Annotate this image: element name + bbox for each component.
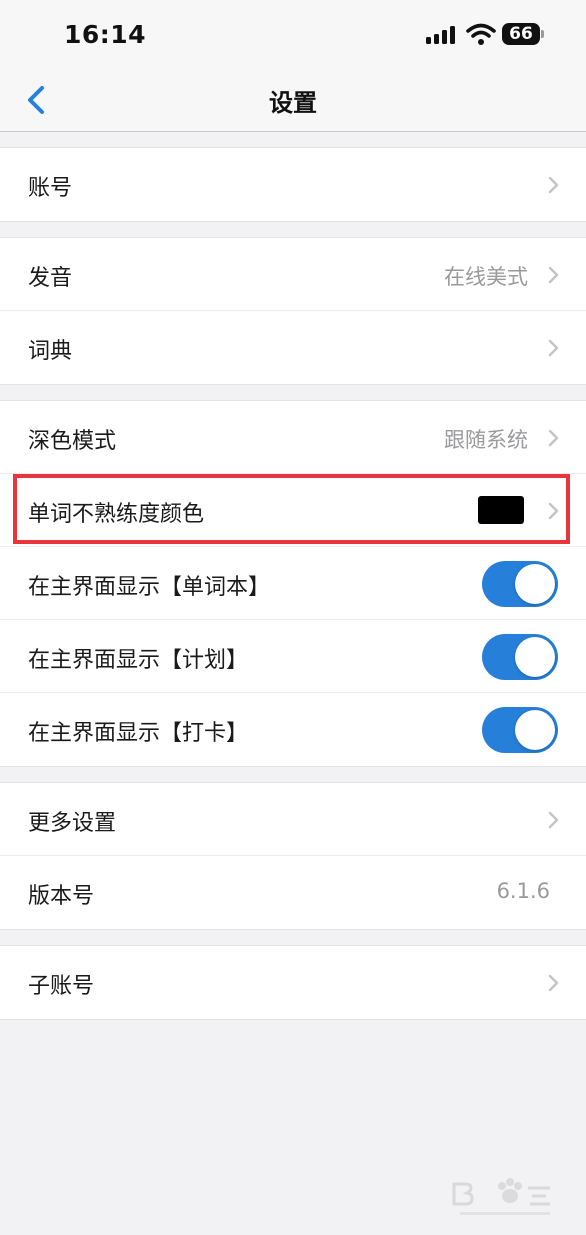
row-label: 版本号 xyxy=(28,884,95,909)
settings-group-display: 深色模式 跟随系统 单词不熟练度颜色 在主界面显示【单词本】 在主界面显示【计划… xyxy=(0,400,586,767)
page-title: 设置 xyxy=(269,89,317,117)
settings-group-more: 更多设置 版本号 6.1.6 xyxy=(0,782,586,930)
toggle-knob xyxy=(515,710,555,750)
row-label: 账号 xyxy=(28,176,73,201)
plan-toggle[interactable] xyxy=(482,634,558,680)
row-unfamiliar-color[interactable]: 单词不熟练度颜色 xyxy=(0,474,586,547)
row-more-settings[interactable]: 更多设置 xyxy=(0,783,586,856)
settings-group-audio: 发音 在线美式 词典 xyxy=(0,237,586,385)
chevron-right-icon xyxy=(548,974,559,992)
row-dark-mode[interactable]: 深色模式 跟随系统 xyxy=(0,401,586,474)
toggle-knob xyxy=(515,564,555,604)
wifi-icon xyxy=(466,23,496,45)
status-time: 16:14 xyxy=(64,20,147,49)
chevron-right-icon xyxy=(548,429,559,447)
row-show-wordbook: 在主界面显示【单词本】 xyxy=(0,547,586,620)
checkin-toggle[interactable] xyxy=(482,707,558,753)
row-dictionary[interactable]: 词典 xyxy=(0,311,586,384)
battery-icon: 66 xyxy=(502,23,540,45)
status-bar: 16:14 66 xyxy=(0,0,586,70)
cellular-signal-icon xyxy=(426,26,458,44)
row-label: 在主界面显示【打卡】 xyxy=(28,721,249,746)
color-swatch xyxy=(478,496,524,524)
row-label: 在主界面显示【单词本】 xyxy=(28,575,271,600)
row-version: 版本号 6.1.6 xyxy=(0,856,586,929)
row-label: 子账号 xyxy=(28,974,95,999)
wordbook-toggle[interactable] xyxy=(482,561,558,607)
watermark-logo xyxy=(452,1178,550,1215)
row-label: 发音 xyxy=(28,266,73,291)
version-value: 6.1.6 xyxy=(496,879,550,903)
chevron-right-icon xyxy=(548,502,559,520)
nav-bar: 设置 xyxy=(0,70,586,132)
row-label: 单词不熟练度颜色 xyxy=(28,502,205,527)
chevron-right-icon xyxy=(548,266,559,284)
row-account[interactable]: 账号 xyxy=(0,148,586,221)
chevron-right-icon xyxy=(548,339,559,357)
chevron-right-icon xyxy=(548,176,559,194)
row-label: 更多设置 xyxy=(28,811,117,836)
row-value: 跟随系统 xyxy=(444,428,528,452)
row-sub-account[interactable]: 子账号 xyxy=(0,946,586,1019)
row-label: 在主界面显示【计划】 xyxy=(28,648,249,673)
row-pronunciation[interactable]: 发音 在线美式 xyxy=(0,238,586,311)
battery-tip xyxy=(541,30,544,38)
settings-group-account: 账号 xyxy=(0,147,586,222)
settings-group-sub-account: 子账号 xyxy=(0,945,586,1020)
row-label: 词典 xyxy=(28,339,73,364)
row-show-plan: 在主界面显示【计划】 xyxy=(0,620,586,693)
row-show-checkin: 在主界面显示【打卡】 xyxy=(0,693,586,766)
row-label: 深色模式 xyxy=(28,429,117,454)
row-value: 在线美式 xyxy=(444,265,528,289)
toggle-knob xyxy=(515,637,555,677)
chevron-right-icon xyxy=(548,811,559,829)
